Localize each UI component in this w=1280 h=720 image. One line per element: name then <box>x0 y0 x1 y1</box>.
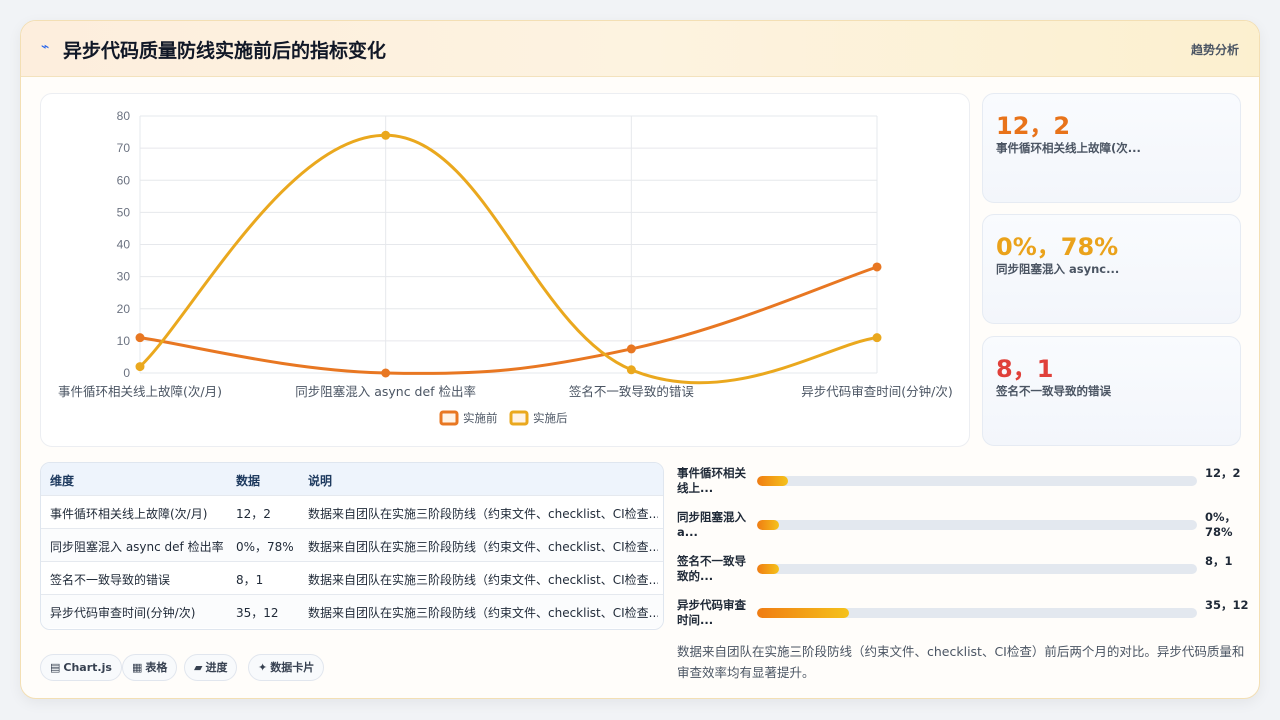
table-cell: 数据来自团队在实施三阶段防线（约束文件、checklist、CI检查... <box>308 606 658 620</box>
progress-row: 异步代码审查时间... 35，12 <box>677 598 1249 632</box>
y-tick-label: 40 <box>117 238 131 252</box>
progress-label: 签名不一致导致的... <box>677 554 746 583</box>
chip-label: 数据卡片 <box>270 661 315 674</box>
table-cell: 签名不一致导致的错误 <box>50 573 171 587</box>
stat-value: 0%，78% <box>996 233 1119 261</box>
chip-table[interactable]: ▦ 表格 <box>122 654 178 681</box>
stat-label: 同步阻塞混入 async... <box>996 262 1120 276</box>
stat-card-1: 12，2 事件循环相关线上故障(次... <box>982 93 1241 203</box>
y-tick-label: 20 <box>117 302 131 316</box>
x-tick-label: 异步代码审查时间(分钟/次) <box>801 384 952 399</box>
progress-row: 签名不一致导致的... 8，1 <box>677 554 1247 588</box>
table-header-row: 维度 数据 说明 <box>41 463 663 496</box>
progress-row: 事件循环相关线上... 12，2 <box>677 466 1247 500</box>
legend-swatch <box>439 410 459 426</box>
stat-card-3: 8，1 签名不一致导致的错误 <box>982 336 1241 446</box>
stat-card-2: 0%，78% 同步阻塞混入 async... <box>982 214 1241 324</box>
data-point <box>381 368 391 378</box>
y-tick-label: 80 <box>117 109 131 123</box>
data-point <box>135 333 145 343</box>
progress-track <box>757 476 1197 486</box>
y-tick-label: 70 <box>117 141 131 155</box>
chip-chartjs[interactable]: ▤ Chart.js <box>40 654 122 681</box>
table-row: 事件循环相关线上故障(次/月) 12，2 数据来自团队在实施三阶段防线（约束文件… <box>41 496 663 529</box>
progress-fill <box>757 608 850 618</box>
legend-label: 实施前 <box>463 411 498 425</box>
table-icon: ▦ <box>132 661 143 674</box>
table-cell: 8，1 <box>236 573 264 587</box>
chip-data-cards[interactable]: ✦ 数据卡片 <box>248 654 325 681</box>
chip-progress[interactable]: ▰ 进度 <box>184 654 238 681</box>
page-title: 异步代码质量防线实施前后的指标变化 <box>63 40 387 62</box>
table-cell: 数据来自团队在实施三阶段防线（约束文件、checklist、CI检查... <box>308 540 658 554</box>
progress-label: 同步阻塞混入 a... <box>677 510 746 539</box>
x-tick-label: 签名不一致导致的错误 <box>569 384 695 399</box>
data-point <box>381 130 391 140</box>
trend-badge[interactable]: 趋势分析 <box>1191 41 1239 58</box>
y-tick-label: 0 <box>123 366 130 380</box>
chip-label: 进度 <box>205 661 228 674</box>
table-cell: 数据来自团队在实施三阶段防线（约束文件、checklist、CI检查... <box>308 507 658 521</box>
stat-label: 签名不一致导致的错误 <box>996 384 1111 398</box>
progress-value: 35，12 <box>1205 598 1249 612</box>
data-point <box>626 344 636 354</box>
data-table: 维度 数据 说明 事件循环相关线上故障(次/月) 12，2 数据来自团队在实施三… <box>40 462 664 630</box>
line-chart-panel: 0 10 20 30 40 50 60 70 80 事件循环相关线上故障(次/月) 同步阻塞混入 a… <box>40 93 970 447</box>
progress-icon: ▰ <box>194 661 203 674</box>
progress-track <box>757 520 1197 530</box>
sparkle-icon: ✦ <box>258 661 268 674</box>
column-header-dimension: 维度 <box>50 474 75 488</box>
table-row: 异步代码审查时间(分钟/次) 35，12 数据来自团队在实施三阶段防线（约束文件… <box>41 595 663 628</box>
table-cell: 数据来自团队在实施三阶段防线（约束文件、checklist、CI检查... <box>308 573 658 587</box>
progress-row: 同步阻塞混入 a... 0%，78% <box>677 510 1247 544</box>
progress-value: 8，1 <box>1205 554 1233 568</box>
column-header-data: 数据 <box>236 474 261 488</box>
main-card: ⌁ 异步代码质量防线实施前后的指标变化 趋势分析 0 10 20 30 40 50 60 70… <box>20 20 1260 699</box>
stat-value: 12，2 <box>996 112 1071 140</box>
table-cell: 异步代码审查时间(分钟/次) <box>50 606 196 620</box>
progress-track <box>757 564 1197 574</box>
column-header-description: 说明 <box>308 474 333 488</box>
data-point <box>872 262 882 272</box>
chart-icon: ▤ <box>50 661 61 674</box>
lightning-icon: ⌁ <box>41 39 50 55</box>
card-header: ⌁ 异步代码质量防线实施前后的指标变化 趋势分析 <box>21 21 1259 77</box>
progress-fill <box>757 476 788 486</box>
data-point <box>872 333 882 343</box>
progress-value: 0%，78% <box>1205 510 1237 539</box>
chip-label: Chart.js <box>63 661 112 674</box>
data-point <box>626 365 636 375</box>
legend-label: 实施后 <box>533 411 568 425</box>
progress-label: 异步代码审查时间... <box>677 598 746 627</box>
y-tick-label: 30 <box>117 270 131 284</box>
progress-value: 12，2 <box>1205 466 1241 480</box>
table-cell: 事件循环相关线上故障(次/月) <box>50 507 208 521</box>
data-point <box>135 362 145 372</box>
table-cell: 12，2 <box>236 507 271 521</box>
y-tick-label: 10 <box>117 334 131 348</box>
table-cell: 0%，78% <box>236 540 294 554</box>
progress-fill <box>757 564 779 574</box>
table-row: 同步阻塞混入 async def 检出率 0%，78% 数据来自团队在实施三阶段… <box>41 529 663 562</box>
series-line-1 <box>139 265 878 375</box>
legend-swatch <box>509 410 529 426</box>
series-line-2 <box>138 133 878 385</box>
y-tick-label: 60 <box>117 173 131 187</box>
x-tick-label: 事件循环相关线上故障(次/月) <box>58 384 222 399</box>
stat-label: 事件循环相关线上故障(次... <box>996 141 1141 155</box>
table-cell: 35，12 <box>236 606 279 620</box>
line-chart: 0 10 20 30 40 50 60 70 80 事件循环相关线上故障(次/月) 同步阻塞混入 a… <box>58 109 953 426</box>
chip-label: 表格 <box>145 661 168 674</box>
x-tick-label: 同步阻塞混入 async def 检出率 <box>295 384 476 399</box>
table-cell: 同步阻塞混入 async def 检出率 <box>50 540 224 554</box>
progress-track <box>757 608 1197 618</box>
progress-fill <box>757 520 779 530</box>
y-tick-label: 50 <box>117 205 131 219</box>
table-row: 签名不一致导致的错误 8，1 数据来自团队在实施三阶段防线（约束文件、check… <box>41 562 663 595</box>
progress-label: 事件循环相关线上... <box>677 466 746 495</box>
data-source-note: 数据来自团队在实施三阶段防线（约束文件、checklist、CI检查）前后两个月… <box>677 644 1245 680</box>
stat-value: 8，1 <box>996 355 1054 383</box>
